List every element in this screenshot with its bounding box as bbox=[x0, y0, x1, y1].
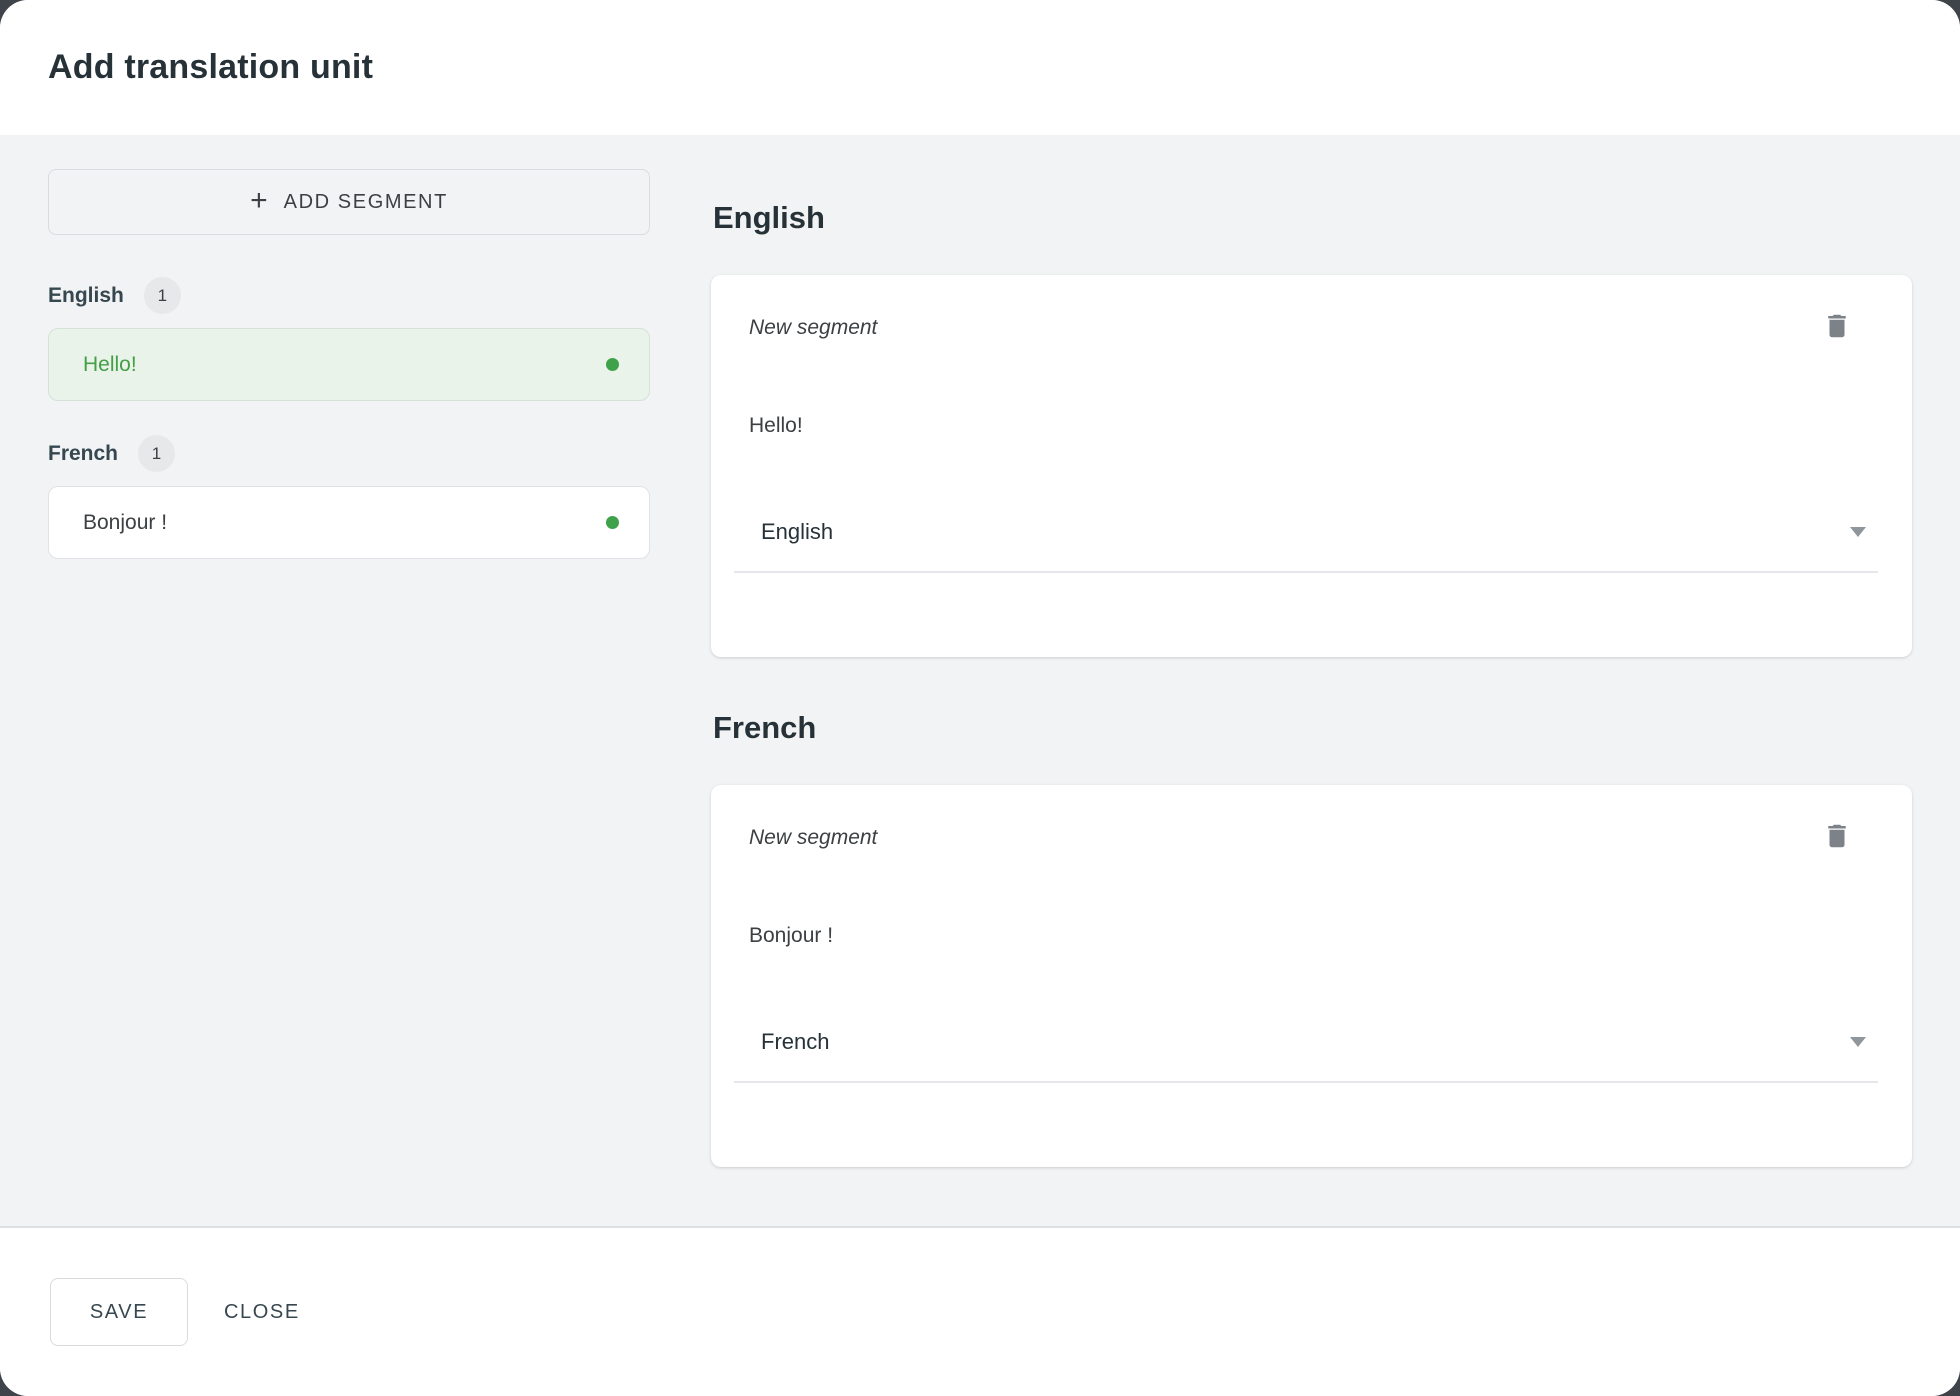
card-top-row: New segment bbox=[747, 825, 1876, 851]
segment-text-field[interactable]: Hello! bbox=[747, 413, 1876, 439]
card-top-row: New segment bbox=[747, 315, 1876, 341]
save-button[interactable]: SAVE bbox=[50, 1278, 188, 1346]
segment-chip-text: Hello! bbox=[83, 353, 137, 377]
language-name: French bbox=[48, 442, 118, 466]
trash-icon bbox=[1822, 821, 1852, 851]
segment-editor-panel: English New segment Hello! English bbox=[711, 169, 1912, 1226]
add-segment-button[interactable]: + ADD SEGMENT bbox=[48, 169, 650, 235]
dialog-footer: SAVE CLOSE bbox=[0, 1226, 1960, 1396]
language-select-french[interactable]: French bbox=[734, 1029, 1878, 1083]
language-group-header-english: English 1 bbox=[48, 277, 650, 314]
segment-card-french: New segment Bonjour ! French bbox=[711, 785, 1912, 1167]
language-select-english[interactable]: English bbox=[734, 519, 1878, 573]
language-group-header-french: French 1 bbox=[48, 435, 650, 472]
chevron-down-icon bbox=[1850, 1037, 1866, 1047]
language-select-value: English bbox=[747, 519, 833, 545]
segment-text-field[interactable]: Bonjour ! bbox=[747, 923, 1876, 949]
close-button[interactable]: CLOSE bbox=[212, 1301, 312, 1324]
section-heading: French bbox=[713, 709, 1912, 747]
new-segment-label: New segment bbox=[747, 315, 877, 341]
segment-status-dot bbox=[606, 358, 619, 371]
chevron-down-icon bbox=[1850, 527, 1866, 537]
segment-chip-french[interactable]: Bonjour ! bbox=[48, 486, 650, 559]
delete-segment-button[interactable] bbox=[1822, 311, 1852, 341]
section-heading: English bbox=[713, 199, 1912, 237]
dialog-title: Add translation unit bbox=[48, 48, 373, 87]
trash-icon bbox=[1822, 311, 1852, 341]
segment-chip-text: Bonjour ! bbox=[83, 511, 167, 535]
delete-segment-button[interactable] bbox=[1822, 821, 1852, 851]
dialog-header: Add translation unit bbox=[0, 0, 1960, 135]
section-english: English New segment Hello! English bbox=[711, 199, 1912, 657]
new-segment-label: New segment bbox=[747, 825, 877, 851]
plus-icon: + bbox=[250, 184, 268, 218]
language-name: English bbox=[48, 284, 124, 308]
segment-count-badge: 1 bbox=[144, 277, 181, 314]
section-french: French New segment Bonjour ! French bbox=[711, 709, 1912, 1167]
segment-chip-english[interactable]: Hello! bbox=[48, 328, 650, 401]
segment-list-panel: + ADD SEGMENT English 1 Hello! French 1 … bbox=[48, 169, 650, 1226]
segment-status-dot bbox=[606, 516, 619, 529]
language-select-value: French bbox=[747, 1029, 829, 1055]
segment-count-badge: 1 bbox=[138, 435, 175, 472]
add-segment-label: ADD SEGMENT bbox=[284, 191, 448, 214]
segment-card-english: New segment Hello! English bbox=[711, 275, 1912, 657]
add-translation-unit-dialog: Add translation unit + ADD SEGMENT Engli… bbox=[0, 0, 1960, 1396]
dialog-body: + ADD SEGMENT English 1 Hello! French 1 … bbox=[0, 135, 1960, 1226]
